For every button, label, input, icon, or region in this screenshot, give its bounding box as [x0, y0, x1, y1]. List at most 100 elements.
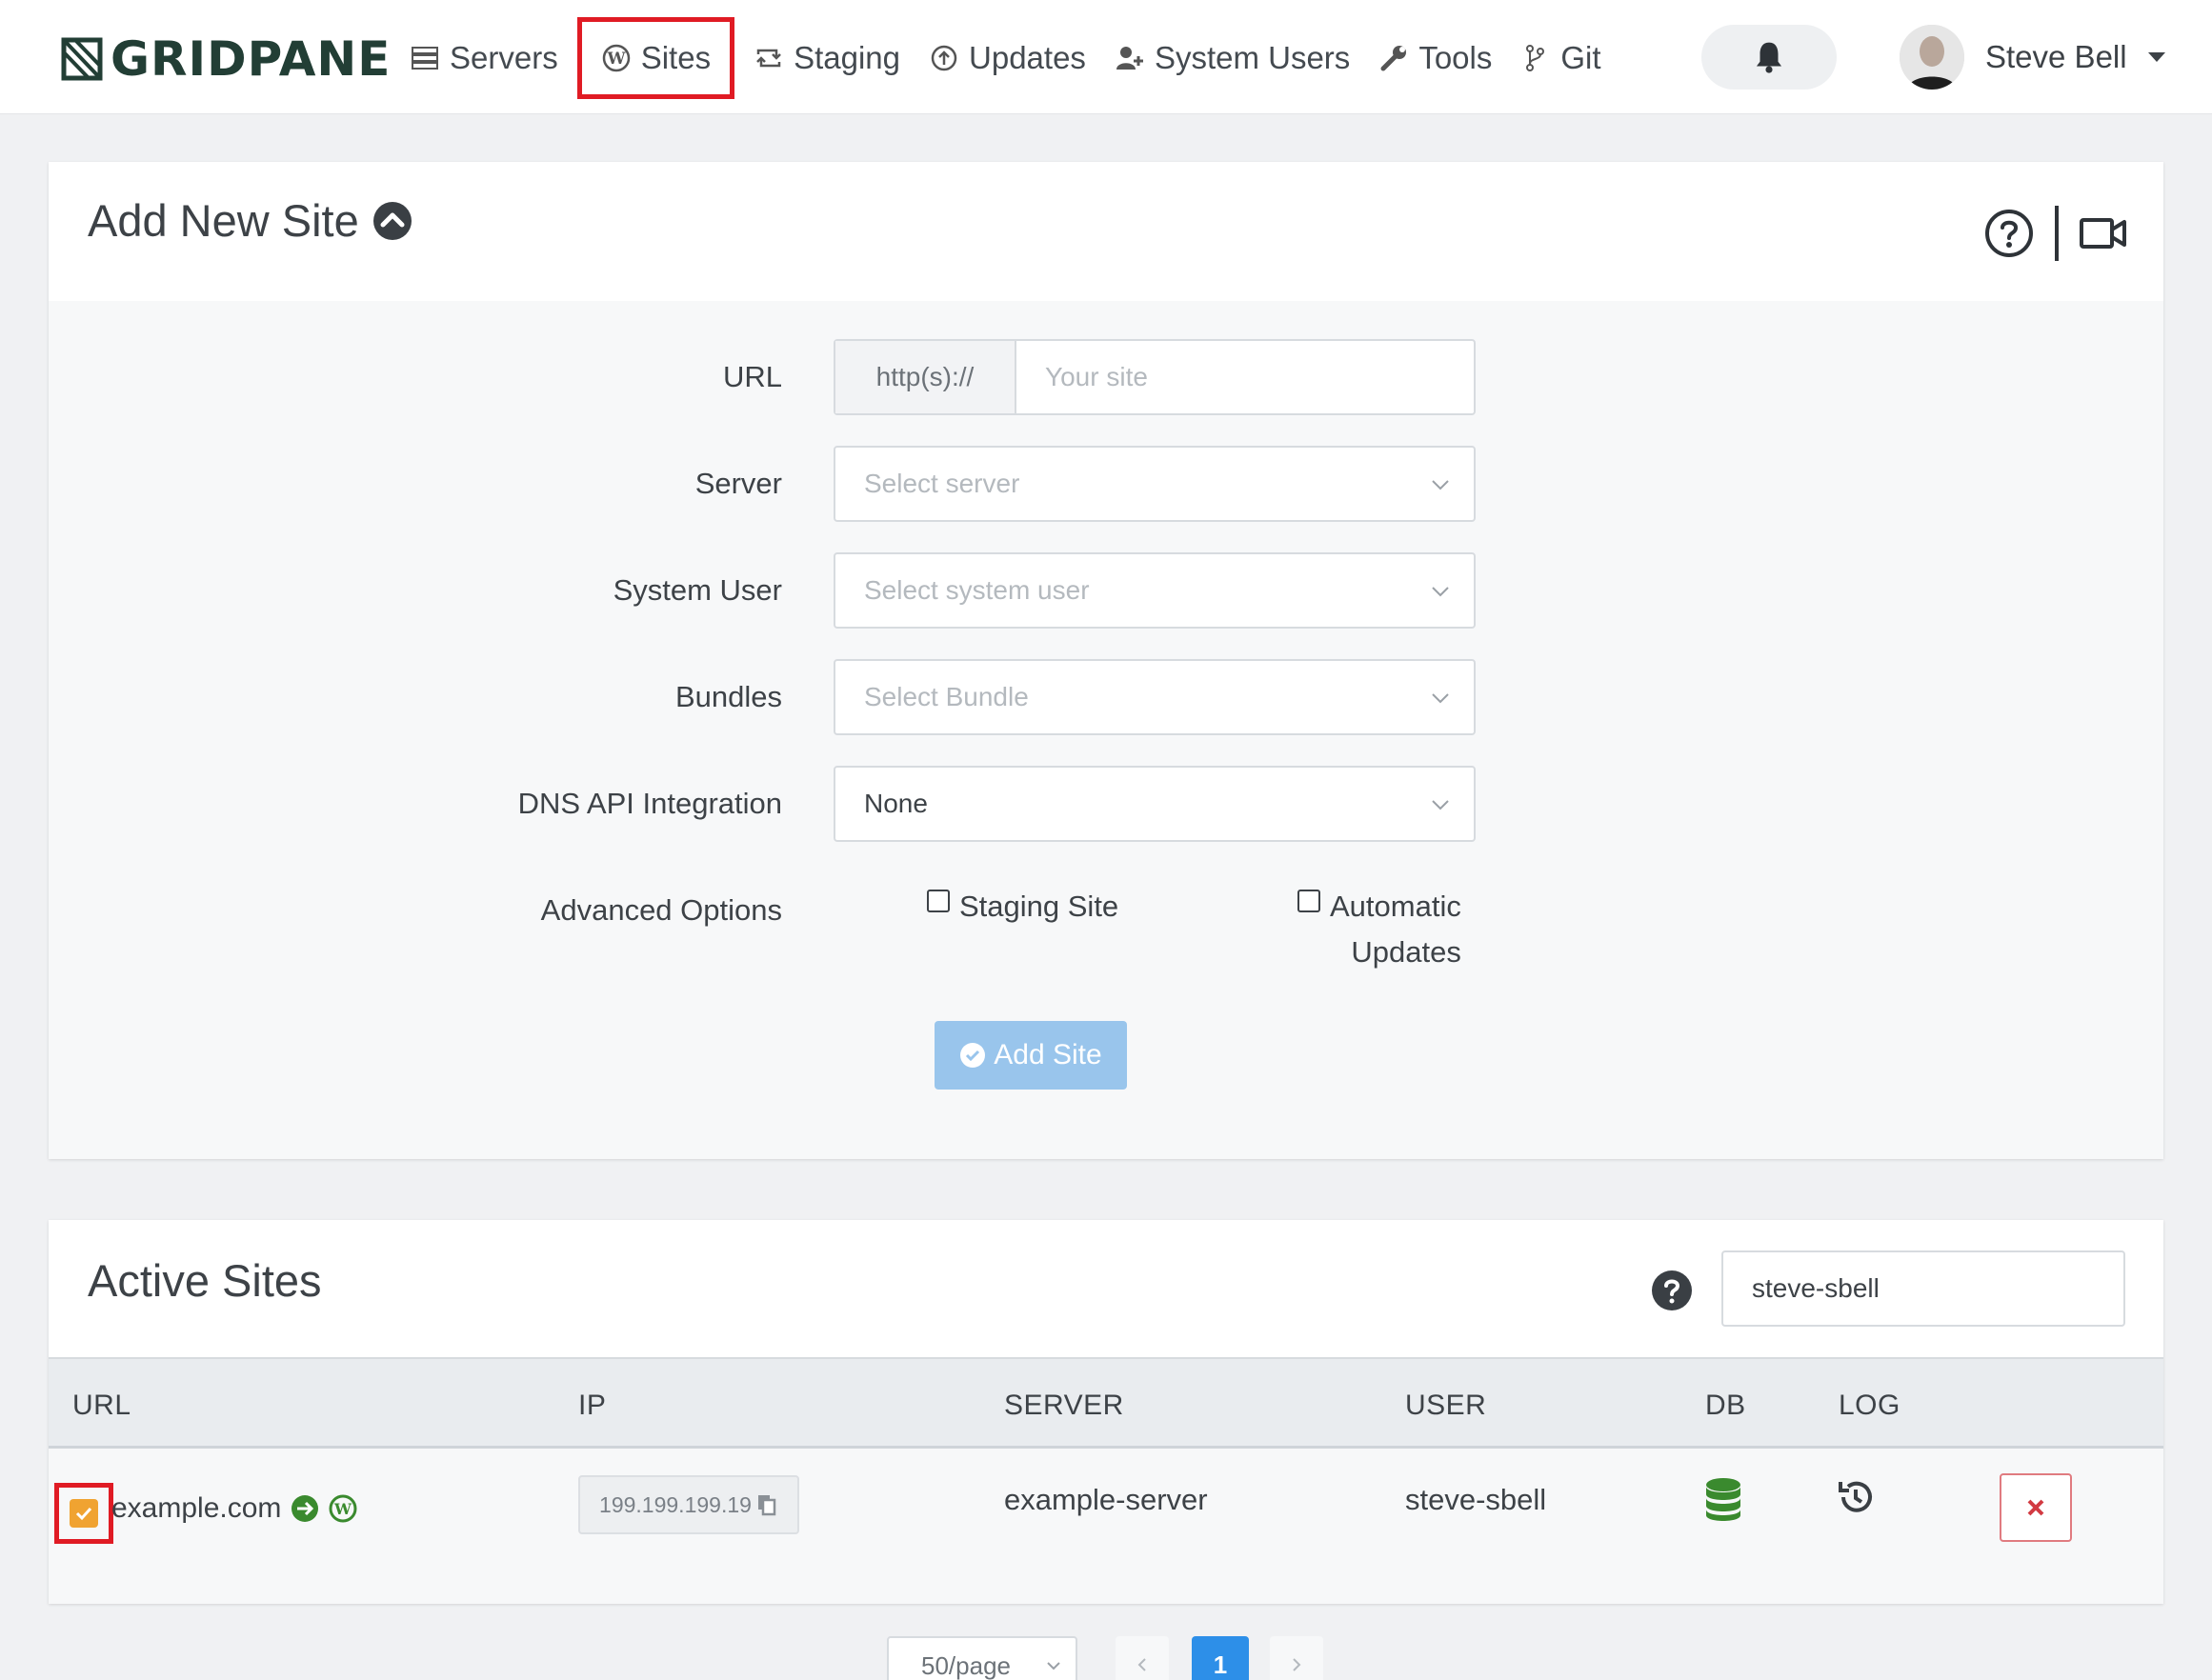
bell-icon: [1756, 42, 1782, 73]
table-row: example.com W 199.199.199.19 example-ser…: [49, 1449, 2163, 1604]
bundles-select[interactable]: Select Bundle: [834, 659, 1476, 735]
staging-site-box[interactable]: [927, 890, 950, 912]
users-plus-icon: [1116, 47, 1143, 70]
nav-staging[interactable]: Staging: [754, 17, 900, 99]
per-page-select[interactable]: 50/page: [887, 1636, 1077, 1680]
video-camera-icon[interactable]: [2080, 216, 2127, 250]
check-icon: [75, 1507, 92, 1521]
copy-icon[interactable]: [755, 1493, 778, 1516]
notifications-button[interactable]: [1701, 25, 1837, 90]
site-ip: 199.199.199.19: [599, 1491, 752, 1517]
chevron-down-icon: [1432, 800, 1449, 810]
arrow-circle-right-icon[interactable]: [291, 1494, 319, 1523]
check-circle-icon: [960, 1043, 986, 1068]
sites-filter-input[interactable]: [1721, 1250, 2125, 1327]
row-select-checkbox[interactable]: [70, 1499, 98, 1528]
gridpane-logo-mark-icon: [61, 37, 103, 81]
nav-system-users-label: System Users: [1154, 40, 1351, 75]
col-url[interactable]: URL: [72, 1390, 131, 1422]
arrow-circle-up-icon: [931, 45, 957, 71]
bundles-label: Bundles: [674, 680, 782, 713]
nav-staging-label: Staging: [794, 40, 901, 75]
add-site-form: URL http(s):// Server Select server Syst…: [49, 301, 2163, 1159]
nav-git[interactable]: Git: [1520, 17, 1601, 99]
system-user-label: System User: [613, 573, 782, 607]
dns-label: DNS API Integration: [517, 787, 782, 820]
nav-sites[interactable]: W Sites: [576, 17, 735, 99]
staging-site-checkbox[interactable]: Staging Site: [927, 884, 1118, 930]
server-label: Server: [694, 467, 782, 500]
database-icon[interactable]: [1704, 1477, 1742, 1523]
nav-system-users[interactable]: System Users: [1115, 17, 1350, 99]
nav-tools-label: Tools: [1418, 40, 1493, 75]
wordpress-icon: W: [602, 44, 630, 72]
bundles-select-placeholder: Select Bundle: [864, 682, 1029, 711]
site-url[interactable]: example.com: [111, 1492, 281, 1525]
row-select-checkbox-wrap[interactable]: [54, 1483, 113, 1544]
caret-down-icon: [2147, 52, 2165, 62]
nav-updates-label: Updates: [969, 40, 1086, 75]
chevron-circle-up-icon[interactable]: [372, 201, 412, 241]
col-ip[interactable]: IP: [578, 1390, 606, 1422]
user-menu[interactable]: Steve Bell: [1900, 23, 2165, 91]
page-1-button[interactable]: 1: [1192, 1636, 1249, 1680]
user-name: Steve Bell: [1985, 39, 2127, 74]
wordpress-icon[interactable]: W: [329, 1494, 357, 1523]
automatic-updates-checkbox[interactable]: Automatic Updates: [1297, 884, 1461, 975]
url-input[interactable]: [1016, 341, 1474, 413]
svg-text:W: W: [606, 50, 626, 69]
chevron-down-icon: [1047, 1662, 1060, 1670]
nav-updates[interactable]: Updates: [929, 17, 1086, 99]
gridpane-logo[interactable]: GRIDPANE: [61, 31, 392, 87]
automatic-updates-box[interactable]: [1297, 890, 1320, 912]
system-user-select-placeholder: Select system user: [864, 575, 1090, 605]
server-icon: [412, 47, 438, 70]
url-prefix: http(s)://: [835, 341, 1016, 413]
per-page-value: 50/page: [921, 1651, 1011, 1680]
server-select[interactable]: Select server: [834, 446, 1476, 522]
next-page-button[interactable]: [1270, 1636, 1323, 1680]
prev-page-button[interactable]: [1116, 1636, 1169, 1680]
system-user-select[interactable]: Select system user: [834, 552, 1476, 629]
logo-wordmark: GRIDPANE: [111, 31, 392, 87]
site-user: steve-sbell: [1405, 1483, 1547, 1516]
col-user[interactable]: USER: [1405, 1390, 1486, 1422]
active-sites-card: Active Sites URL IP SERVER USER DB LOG e…: [49, 1220, 2163, 1604]
add-site-tools: [1984, 206, 2127, 261]
add-site-header: Add New Site: [49, 162, 2163, 301]
retweet-icon: [756, 49, 781, 68]
delete-site-button[interactable]: [2000, 1473, 2072, 1542]
col-server[interactable]: SERVER: [1004, 1390, 1124, 1422]
nav-servers-label: Servers: [450, 40, 558, 75]
add-site-button-label: Add Site: [994, 1039, 1102, 1070]
svg-text:W: W: [333, 1500, 352, 1518]
history-icon[interactable]: [1836, 1477, 1876, 1517]
chevron-left-icon: [1137, 1658, 1146, 1671]
chevron-right-icon: [1293, 1658, 1301, 1671]
nav-tools[interactable]: Tools: [1378, 17, 1492, 99]
dns-select[interactable]: None: [834, 766, 1476, 842]
wrench-icon: [1380, 46, 1407, 71]
add-site-title: Add New Site: [88, 195, 359, 246]
col-log: LOG: [1839, 1390, 1900, 1421]
add-site-title-wrap[interactable]: Add New Site: [88, 194, 412, 247]
help-icon[interactable]: [1984, 209, 2034, 258]
nav-git-label: Git: [1560, 40, 1601, 75]
url-input-group: http(s)://: [834, 339, 1476, 415]
avatar-portrait-icon: [1900, 25, 1964, 90]
add-site-button[interactable]: Add Site: [935, 1021, 1127, 1090]
server-select-placeholder: Select server: [864, 469, 1020, 498]
top-navbar: GRIDPANE Servers W Sites Staging Updates…: [0, 0, 2212, 114]
chevron-down-icon: [1432, 693, 1449, 704]
col-db: DB: [1705, 1390, 1746, 1421]
ip-chip[interactable]: 199.199.199.19: [578, 1475, 799, 1534]
site-server: example-server: [1004, 1483, 1208, 1516]
advanced-options-label: Advanced Options: [540, 893, 782, 927]
main-nav: Servers W Sites Staging Updates System U…: [410, 17, 1630, 99]
dns-select-value: None: [864, 789, 928, 818]
chevron-down-icon: [1432, 587, 1449, 597]
help-icon[interactable]: [1651, 1270, 1693, 1311]
avatar: [1900, 25, 1964, 90]
chevron-down-icon: [1432, 480, 1449, 490]
nav-servers[interactable]: Servers: [410, 17, 558, 99]
